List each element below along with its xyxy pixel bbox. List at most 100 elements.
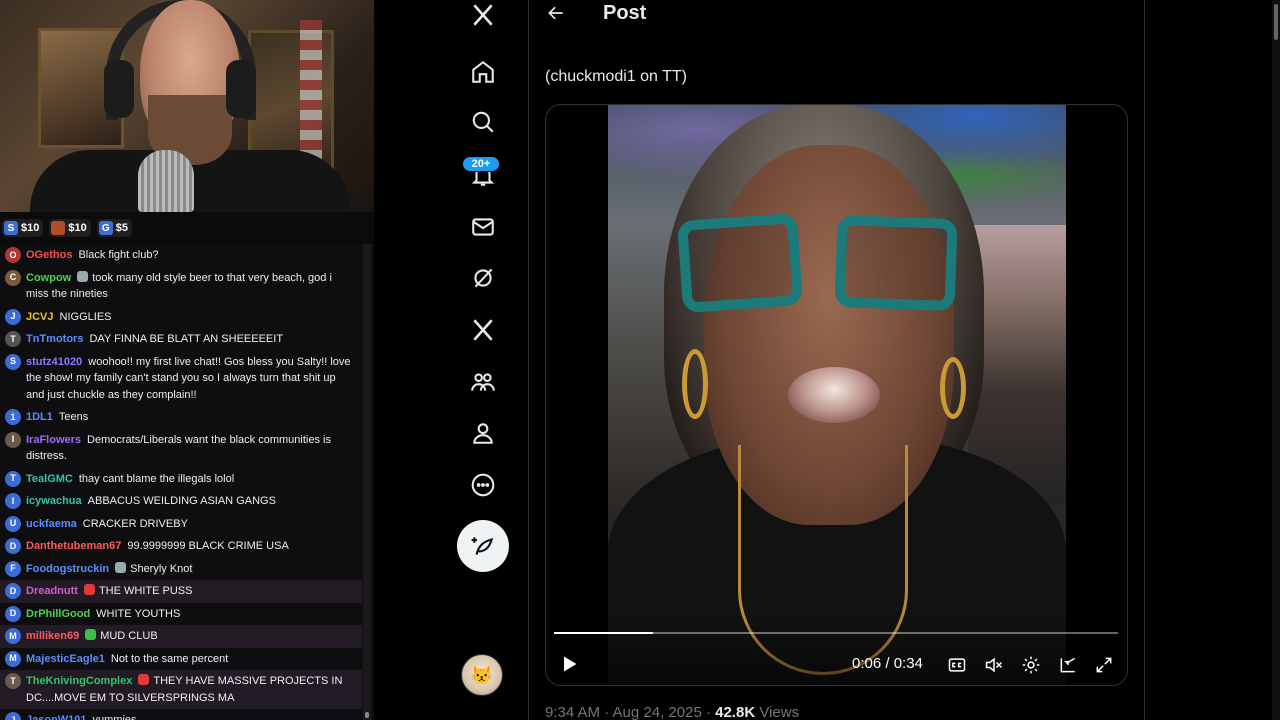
more-options-icon[interactable] bbox=[466, 468, 500, 502]
chat-username[interactable]: Danthetubeman67 bbox=[26, 540, 121, 552]
chat-message-text: ABBACUS WEILDING ASIAN GANGS bbox=[87, 495, 276, 507]
chat-user-avatar: D bbox=[5, 605, 21, 622]
fullscreen-button[interactable] bbox=[1092, 653, 1116, 677]
live-chat: O OGethos Black fight club? C Cowpow took man… bbox=[0, 244, 374, 720]
notifications-count-badge: 20+ bbox=[462, 156, 500, 172]
chat-message: C Cowpow took many old style beer to that … bbox=[0, 267, 362, 306]
video-time-readout: 0:06 / 0:34 bbox=[852, 655, 923, 672]
chat-user-avatar: M bbox=[5, 650, 21, 667]
chat-username[interactable]: milliken69 bbox=[26, 630, 79, 642]
mute-button[interactable] bbox=[982, 653, 1006, 677]
chat-message: D Danthetubeman67 99.9999999 BLACK CRIME U… bbox=[0, 535, 362, 558]
page-scrollbar[interactable] bbox=[1272, 0, 1280, 720]
chat-message-text: CRACKER DRIVEBY bbox=[82, 517, 188, 530]
communities-icon[interactable] bbox=[466, 365, 500, 399]
chat-username[interactable]: Cowpow bbox=[26, 272, 71, 284]
chat-message-text: yummies bbox=[92, 714, 137, 720]
post-timestamp[interactable]: 9:34 AM · Aug 24, 2025 · bbox=[545, 704, 711, 720]
chat-username[interactable]: icywachua bbox=[26, 495, 82, 507]
donation-amount: $5 bbox=[115, 222, 128, 234]
chat-username[interactable]: IraFlowers bbox=[26, 434, 81, 446]
picture-in-picture-button[interactable] bbox=[1056, 653, 1080, 677]
feather-plus-icon bbox=[471, 537, 494, 555]
x-logo-icon[interactable] bbox=[466, 0, 500, 32]
chat-username[interactable]: TealGMC bbox=[26, 473, 73, 485]
chat-username[interactable]: Dreadnutt bbox=[26, 585, 78, 597]
chat-message: Iicywachua ABBACUS WEILDING ASIAN GANGS bbox=[0, 490, 362, 513]
chat-scrollbar[interactable] bbox=[363, 244, 371, 720]
captions-icon bbox=[948, 658, 966, 672]
donation-chip: S $10 bbox=[2, 219, 44, 237]
chat-user-avatar: 1 bbox=[5, 409, 21, 425]
chat-user-avatar: F bbox=[5, 560, 21, 577]
x-sidebar-nav: 20+ 😾 bbox=[374, 0, 529, 720]
play-icon bbox=[564, 656, 577, 672]
chat-message: J JCVJ NIGGLIES bbox=[0, 306, 362, 329]
chat-message-text: took many old style beer to that very be… bbox=[26, 271, 332, 301]
post-header: Post bbox=[529, 0, 1144, 40]
chat-user-avatar: D bbox=[5, 538, 21, 554]
donation-chip: G $5 bbox=[96, 219, 132, 237]
chat-message: T TheKnivingComplex THEY HAVE MASSIVE PROJ… bbox=[0, 670, 362, 709]
chat-message-text: MUD CLUB bbox=[100, 630, 158, 642]
chat-message-text: DAY FINNA BE BLATT AN SHEEEEEIT bbox=[89, 333, 284, 345]
donor-avatar: G bbox=[98, 221, 113, 235]
chat-message-text: thay cant blame the illegals lolol bbox=[78, 472, 235, 485]
chat-username[interactable]: Foodogstruckin bbox=[26, 563, 109, 575]
muted-speaker-icon bbox=[985, 657, 1003, 673]
chat-message-text: 99.9999999 BLACK CRIME USA bbox=[127, 540, 289, 552]
chat-message-list: O OGethos Black fight club? C Cowpow took man… bbox=[0, 244, 362, 720]
chat-message: Mmilliken69 MUD CLUB bbox=[0, 625, 362, 648]
home-icon[interactable] bbox=[466, 55, 500, 89]
chat-message: T TnTmotors DAY FINNA BE BLATT AN SHEEEEEI… bbox=[0, 328, 362, 351]
picture-in-picture-icon bbox=[1060, 657, 1076, 673]
chat-username[interactable]: JCVJ bbox=[26, 311, 54, 323]
post-text: (chuckmodi1 on TT) bbox=[545, 68, 687, 85]
chat-username[interactable]: uckfaema bbox=[26, 518, 77, 530]
search-icon[interactable] bbox=[466, 105, 500, 139]
chat-badge-icon bbox=[83, 584, 95, 595]
chat-message: I IraFlowers Democrats/Liberals want the b… bbox=[0, 429, 362, 468]
chat-user-avatar: J bbox=[5, 308, 21, 325]
profile-icon[interactable] bbox=[466, 416, 500, 450]
video-player[interactable]: 0:06 / 0:34 bbox=[545, 104, 1128, 686]
fullscreen-expand-icon bbox=[1096, 657, 1112, 673]
chat-message-text: Black fight club? bbox=[78, 249, 159, 261]
chat-username[interactable]: DrPhillGood bbox=[26, 608, 90, 620]
views-count: 42.8K bbox=[715, 704, 756, 720]
chat-user-avatar: O bbox=[5, 247, 21, 263]
chat-username[interactable]: TheKnivingComplex bbox=[26, 675, 132, 687]
chat-message: 1 1DL1 Teens bbox=[0, 406, 362, 429]
chat-message: Uuckfaema CRACKER DRIVEBY bbox=[0, 513, 362, 536]
gear-icon bbox=[1022, 656, 1040, 674]
settings-button[interactable] bbox=[1019, 653, 1043, 677]
streamer-webcam bbox=[0, 0, 374, 212]
avatar-face-icon: 😾 bbox=[470, 664, 494, 685]
chat-message-text: Sheryly Knot bbox=[130, 562, 193, 575]
compose-post-button[interactable] bbox=[457, 520, 509, 572]
premium-x-icon[interactable] bbox=[466, 313, 500, 347]
chat-message: O OGethos Black fight club? bbox=[0, 244, 362, 267]
chat-username[interactable]: stutz41020 bbox=[26, 356, 82, 368]
account-avatar[interactable]: 😾 bbox=[461, 654, 503, 696]
messages-envelope-icon[interactable] bbox=[466, 210, 500, 244]
donor-avatar bbox=[51, 221, 66, 235]
back-arrow-button[interactable] bbox=[543, 0, 569, 26]
play-button[interactable] bbox=[556, 651, 582, 677]
chat-username[interactable]: MajesticEagle1 bbox=[26, 653, 105, 665]
chat-username[interactable]: 1DL1 bbox=[26, 411, 53, 423]
chat-username[interactable]: JasonW101 bbox=[26, 714, 87, 720]
video-progress-bar[interactable] bbox=[554, 632, 1118, 634]
chat-user-avatar: M bbox=[5, 628, 21, 644]
donation-chip: $10 bbox=[49, 219, 91, 237]
chat-badge-icon bbox=[85, 629, 97, 640]
captions-button[interactable] bbox=[945, 653, 969, 677]
post-metadata: 9:34 AM · Aug 24, 2025 · 42.8K Views bbox=[545, 704, 799, 720]
chat-user-avatar: D bbox=[5, 583, 21, 599]
chat-user-avatar: I bbox=[5, 431, 21, 448]
chat-username[interactable]: TnTmotors bbox=[26, 333, 83, 345]
grok-icon[interactable] bbox=[466, 261, 500, 295]
chat-message: M MajesticEagle1 Not to the same percent bbox=[0, 648, 362, 671]
chat-username[interactable]: OGethos bbox=[26, 249, 72, 261]
video-progress-fill bbox=[554, 632, 654, 634]
